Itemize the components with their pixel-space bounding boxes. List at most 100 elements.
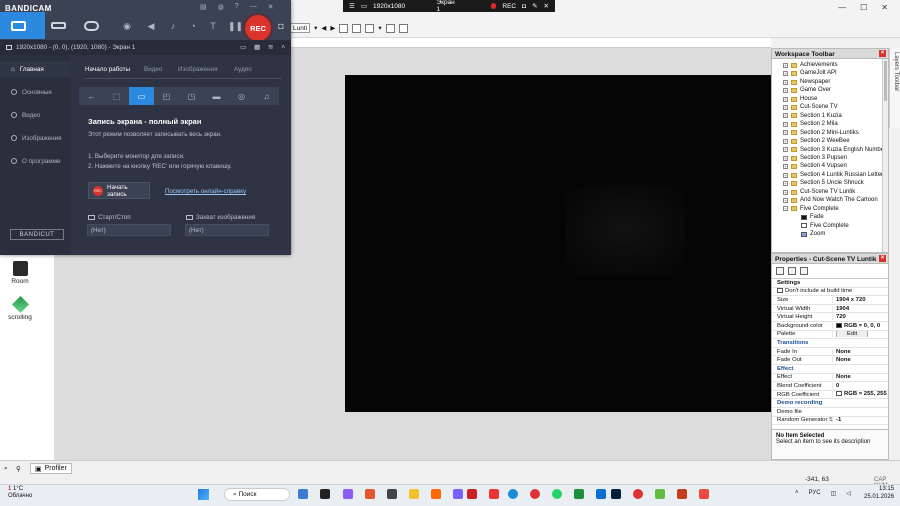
task-view-icon[interactable]	[320, 489, 330, 499]
close-icon[interactable]: ×	[879, 255, 886, 262]
next-frame-icon[interactable]: ▶	[330, 24, 335, 32]
workspace-subitem[interactable]: Zoom	[783, 230, 888, 238]
workspace-tree-item[interactable]: + Section 4 Vupsen	[783, 162, 888, 170]
property-row[interactable]: Virtual Width 1904	[772, 305, 888, 314]
region-icon[interactable]: ⬚	[104, 87, 129, 105]
palette-edit-button[interactable]: Edit	[836, 331, 869, 338]
workspace-tree-item[interactable]: + Cut-Scene TV	[783, 103, 888, 111]
workspace-tree-item[interactable]: + Section 5 Uncle Shnuck	[783, 179, 888, 187]
collapse-icon[interactable]: −	[783, 206, 788, 212]
expand-icon[interactable]: +	[783, 79, 788, 85]
opera-icon[interactable]	[530, 489, 540, 499]
windows-start-icon[interactable]	[198, 489, 209, 500]
powerpoint-icon[interactable]	[677, 489, 687, 499]
workspace-tree-item[interactable]: + Section 4 Luntik Russian Letters	[783, 171, 888, 179]
expand-icon[interactable]: +	[783, 147, 788, 153]
property-row[interactable]: Size 1904 x 720	[772, 296, 888, 305]
pause-icon[interactable]: ❚❚	[228, 21, 243, 31]
expand-icon[interactable]: +	[783, 96, 788, 102]
sidebar-item-video[interactable]: Видео	[0, 107, 70, 123]
lock-icon[interactable]: ◍	[218, 3, 224, 11]
start-recording-button[interactable]: REC Начать запись	[88, 182, 150, 199]
expand-icon[interactable]: +	[783, 121, 788, 127]
weather-widget[interactable]: 1 1°C Облачно	[8, 486, 32, 500]
app-icon[interactable]	[655, 489, 665, 499]
comment-icon[interactable]	[800, 267, 808, 275]
online-help-link[interactable]: Посмотреть онлайн-справку	[165, 188, 246, 195]
property-row[interactable]: Fade In None	[772, 348, 888, 357]
object-room[interactable]: Room	[0, 261, 40, 285]
rec-button[interactable]: REC	[245, 15, 271, 41]
properties-icon[interactable]	[776, 267, 784, 275]
help-icon[interactable]: ?	[235, 3, 239, 11]
search-icon[interactable]: ⌕	[4, 465, 8, 473]
workspace-subitem[interactable]: Five Complete	[783, 222, 888, 230]
app-icon[interactable]	[387, 489, 397, 499]
workspace-subitem[interactable]: Fade	[783, 213, 888, 221]
expand-icon[interactable]: +	[783, 104, 788, 110]
tab-getting-started[interactable]: Начало работы	[85, 66, 130, 73]
rec-label[interactable]: REC	[502, 3, 516, 10]
expand-icon[interactable]: +	[783, 172, 788, 178]
sidebar-item-about[interactable]: О программе	[0, 153, 70, 169]
sidebar-item-general[interactable]: Основные	[0, 84, 70, 100]
grid-icon[interactable]	[339, 23, 349, 33]
frame-canvas[interactable]	[345, 75, 771, 412]
layer-combo[interactable]: Lunti	[290, 23, 311, 33]
layers-toolbar-tab[interactable]: Layers Toolbar	[889, 48, 900, 128]
app-icon[interactable]	[699, 489, 709, 499]
chevron-up-icon[interactable]: ˄	[281, 44, 285, 51]
expand-icon[interactable]: +	[783, 113, 788, 119]
sidebar-item-images[interactable]: Изображения	[0, 130, 70, 146]
close-icon[interactable]: ✕	[544, 2, 549, 10]
minimize-button[interactable]: —	[250, 3, 257, 11]
property-row[interactable]: Background color RGB = 0, 0, 0	[772, 322, 888, 331]
file-explorer-icon[interactable]	[409, 489, 419, 499]
bandicam-icon[interactable]	[633, 489, 643, 499]
webcam-icon[interactable]: ◉	[122, 21, 132, 31]
back-icon[interactable]: ←	[79, 87, 104, 105]
workspace-scrollbar[interactable]	[882, 59, 888, 252]
close-button[interactable]: ✕	[268, 3, 274, 11]
prev-frame-icon[interactable]: ◀	[321, 24, 326, 32]
yandex-icon[interactable]	[489, 489, 499, 499]
property-row[interactable]: Virtual Height 720	[772, 313, 888, 322]
photoshop-icon[interactable]	[611, 489, 621, 499]
app-icon[interactable]	[343, 489, 353, 499]
workspace-tree-item[interactable]: + Cut-Scene TV Luntik	[783, 188, 888, 196]
app-icon[interactable]	[453, 489, 463, 499]
workspace-tree-item[interactable]: + Section 3 Pupsen	[783, 154, 888, 162]
sidebar-item-home[interactable]: ⌂ Главная	[0, 61, 70, 77]
window-icon[interactable]: ◰	[154, 87, 179, 105]
zoom-icon[interactable]	[385, 23, 395, 33]
cursor-icon[interactable]: ◔	[188, 21, 198, 31]
view-icon[interactable]	[398, 23, 408, 33]
app-icon[interactable]	[431, 489, 441, 499]
workspace-tree-item[interactable]: + And Now Watch The Cartoon	[783, 196, 888, 204]
property-row[interactable]: Random Generator Seed -1	[772, 417, 888, 426]
language-indicator[interactable]: РУС	[809, 490, 821, 497]
tab-images[interactable]: Изображения	[178, 66, 218, 73]
fullscreen-mode-button[interactable]	[0, 12, 37, 39]
snap-icon[interactable]	[352, 23, 362, 33]
audio-icon[interactable]: ≋	[268, 44, 273, 51]
bandicut-button[interactable]: BANDICUT	[10, 229, 64, 240]
workspace-tree-item[interactable]: + Section 2 WeeBee	[783, 137, 888, 145]
close-icon[interactable]: ×	[879, 50, 886, 57]
workspace-tree-item[interactable]: + Achievements	[783, 61, 888, 69]
expand-icon[interactable]: +	[783, 197, 788, 203]
network-icon[interactable]: ◫	[831, 490, 837, 497]
checkbox[interactable]	[777, 288, 783, 294]
app-icon[interactable]	[467, 489, 477, 499]
app-icon[interactable]	[574, 489, 584, 499]
image-icon[interactable]: ▦	[254, 44, 260, 51]
fullscreen-icon[interactable]: ▭	[129, 87, 154, 105]
object-scrolling[interactable]: scrolling	[0, 296, 40, 321]
color-swatch[interactable]	[836, 322, 842, 328]
expand-icon[interactable]: +	[783, 62, 788, 68]
hotkey-capture-field[interactable]: (Нет)	[185, 224, 269, 236]
property-row[interactable]: Palette Edit	[772, 331, 888, 340]
expand-icon[interactable]: +	[783, 164, 788, 170]
property-row[interactable]: RGB Coefficient RGB = 255, 255	[772, 391, 888, 400]
workspace-tree-item[interactable]: + Section 2 Mila	[783, 120, 888, 128]
